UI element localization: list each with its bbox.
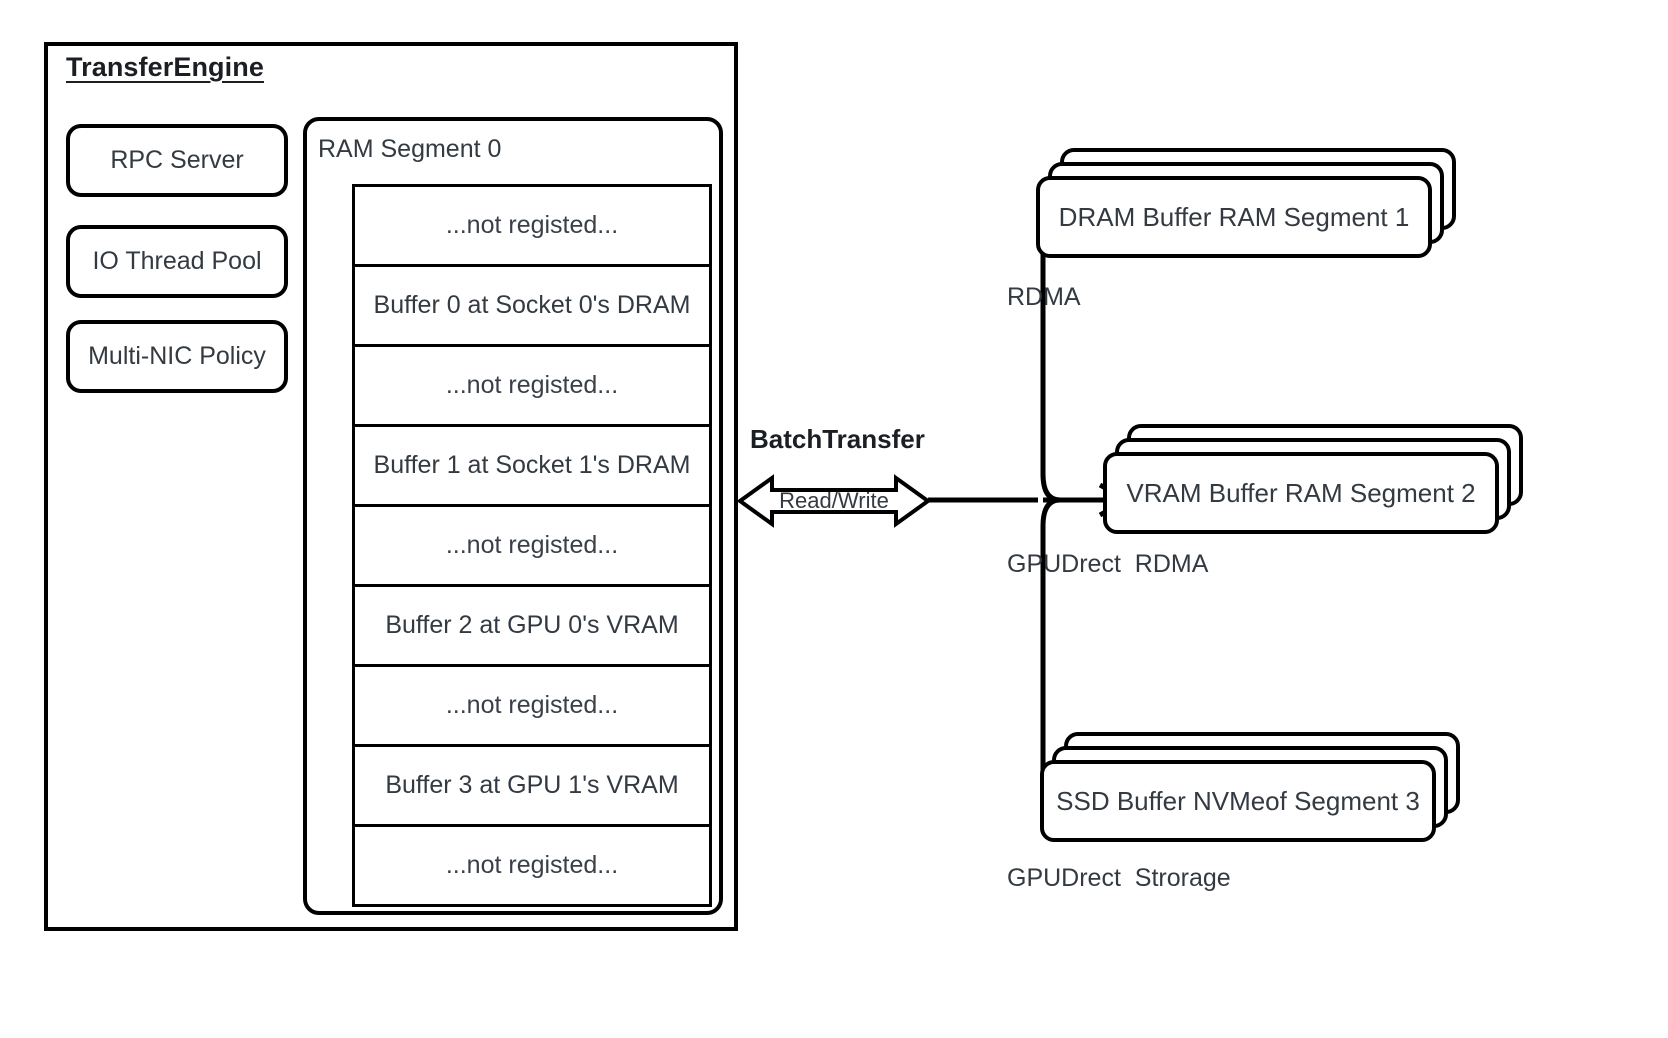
batch-transfer-title: BatchTransfer	[750, 424, 925, 454]
buffer-row-label: Buffer 3 at GPU 1's VRAM	[385, 771, 679, 799]
transfer-engine-title: TransferEngine	[66, 52, 264, 82]
ram-segment-0-title: RAM Segment 0	[318, 135, 502, 163]
component-multi-nic-policy-label: Multi-NIC Policy	[88, 342, 266, 370]
read-write-double-arrow-icon	[738, 474, 930, 528]
card-ssd-buffer-label: SSD Buffer NVMeof Segment 3	[1056, 785, 1420, 816]
buffer-row: Buffer 3 at GPU 1's VRAM	[355, 747, 709, 827]
buffer-row: ...not registed...	[355, 187, 709, 267]
buffer-stack: ...not registed... Buffer 0 at Socket 0'…	[352, 184, 712, 907]
target-stack-dram: DRAM Buffer RAM Segment 1	[1036, 148, 1466, 288]
card-vram-buffer: VRAM Buffer RAM Segment 2	[1103, 452, 1499, 534]
buffer-row: Buffer 2 at GPU 0's VRAM	[355, 587, 709, 667]
buffer-row: ...not registed...	[355, 667, 709, 747]
card-vram-buffer-label: VRAM Buffer RAM Segment 2	[1126, 477, 1476, 508]
buffer-row-label: ...not registed...	[445, 211, 619, 239]
component-rpc-server: RPC Server	[66, 124, 288, 197]
card-ssd-buffer: SSD Buffer NVMeof Segment 3	[1040, 760, 1436, 842]
diagram-canvas: TransferEngine RPC Server IO Thread Pool…	[0, 0, 1668, 1038]
component-multi-nic-policy: Multi-NIC Policy	[66, 320, 288, 393]
buffer-row: Buffer 1 at Socket 1's DRAM	[355, 427, 709, 507]
component-io-thread-pool-label: IO Thread Pool	[92, 247, 262, 275]
buffer-row-label: ...not registed...	[445, 531, 619, 559]
buffer-row: ...not registed...	[355, 347, 709, 427]
buffer-row-label: Buffer 2 at GPU 0's VRAM	[385, 611, 679, 639]
component-io-thread-pool: IO Thread Pool	[66, 225, 288, 298]
component-rpc-server-label: RPC Server	[110, 146, 244, 174]
target-stack-ssd: SSD Buffer NVMeof Segment 3	[1040, 732, 1470, 872]
buffer-row: ...not registed...	[355, 827, 709, 907]
buffer-row-label: ...not registed...	[445, 851, 619, 879]
card-dram-buffer-label: DRAM Buffer RAM Segment 1	[1058, 201, 1410, 232]
caption-gpudirect-storage: GPUDrect Strorage	[1007, 864, 1231, 892]
caption-rdma: RDMA	[1007, 283, 1081, 311]
caption-gpudirect-rdma: GPUDrect RDMA	[1007, 550, 1209, 578]
buffer-row: Buffer 0 at Socket 0's DRAM	[355, 267, 709, 347]
buffer-row-label: Buffer 0 at Socket 0's DRAM	[373, 291, 691, 319]
buffer-row: ...not registed...	[355, 507, 709, 587]
target-stack-vram: VRAM Buffer RAM Segment 2	[1103, 424, 1533, 564]
buffer-row-label: ...not registed...	[445, 371, 619, 399]
buffer-row-label: Buffer 1 at Socket 1's DRAM	[373, 451, 691, 479]
buffer-row-label: ...not registed...	[445, 691, 619, 719]
card-dram-buffer: DRAM Buffer RAM Segment 1	[1036, 176, 1432, 258]
